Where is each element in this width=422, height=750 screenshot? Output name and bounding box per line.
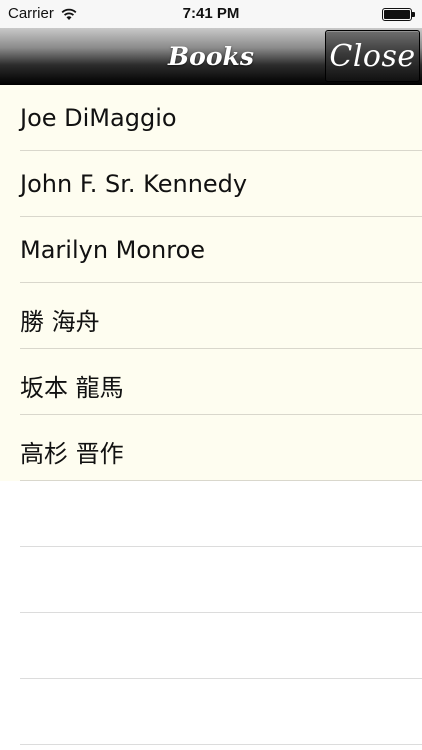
status-bar: Carrier 7:41 PM <box>0 0 422 28</box>
list-item[interactable]: Marilyn Monroe <box>0 217 422 283</box>
books-list: Joe DiMaggio John F. Sr. Kennedy Marilyn… <box>0 85 422 745</box>
close-button[interactable]: Close <box>325 30 420 82</box>
list-item[interactable]: 坂本 龍馬 <box>0 349 422 415</box>
list-item-label: 勝 海舟 <box>20 308 100 336</box>
list-item-label: Joe DiMaggio <box>20 104 177 132</box>
list-item[interactable]: 勝 海舟 <box>0 283 422 349</box>
list-item-label: 高杉 晋作 <box>20 440 124 468</box>
close-button-label: Close <box>329 38 416 74</box>
battery-icon <box>382 8 415 21</box>
status-time: 7:41 PM <box>182 5 240 22</box>
empty-row <box>0 613 422 679</box>
list-item[interactable]: Joe DiMaggio <box>0 85 422 151</box>
empty-row <box>0 679 422 745</box>
list-item-label: 坂本 龍馬 <box>20 374 124 402</box>
list-item-label: John F. Sr. Kennedy <box>20 170 248 198</box>
navigation-bar: Books Close <box>0 28 422 85</box>
empty-row <box>0 547 422 613</box>
list-item[interactable]: John F. Sr. Kennedy <box>0 151 422 217</box>
list-item[interactable]: 高杉 晋作 <box>0 415 422 481</box>
empty-row <box>0 481 422 547</box>
list-item-label: Marilyn Monroe <box>20 236 206 264</box>
